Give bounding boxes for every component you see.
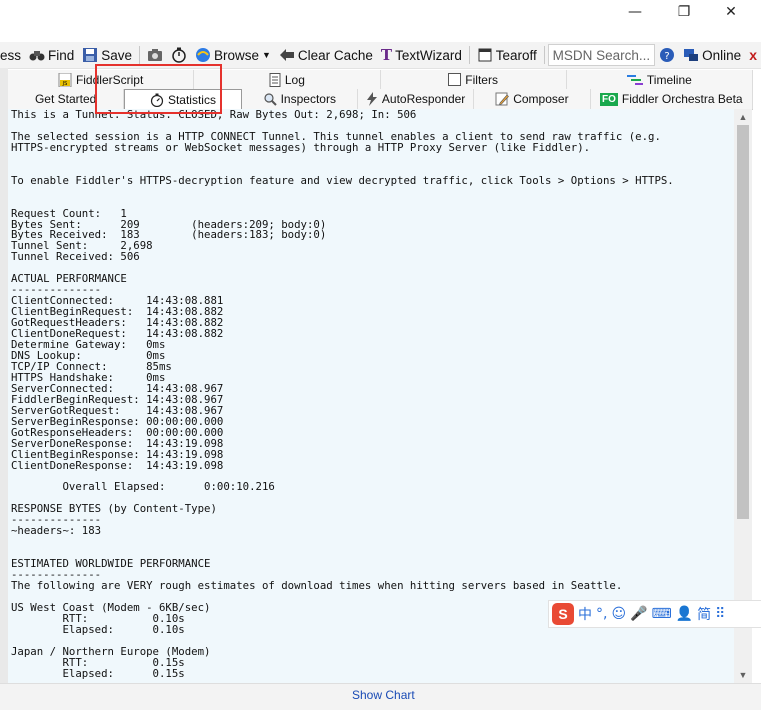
statistics-panel: This is a Tunnel. Status: CLOSED, Raw By… bbox=[8, 109, 734, 683]
msdn-search-input[interactable]: MSDN Search... bbox=[547, 44, 656, 66]
toolbar-partial-label: ess bbox=[0, 47, 22, 63]
tab-label: Composer bbox=[513, 92, 569, 106]
restore-button[interactable]: ❐ bbox=[661, 0, 707, 24]
statistics-text: This is a Tunnel. Status: CLOSED, Raw By… bbox=[11, 109, 674, 680]
emoji-icon[interactable]: ☺ bbox=[611, 606, 626, 622]
minimize-button[interactable]: — bbox=[612, 0, 658, 24]
tab-label: Statistics bbox=[167, 92, 216, 107]
browse-button[interactable]: Browse ▼ bbox=[191, 43, 275, 67]
scroll-up-icon[interactable]: ▲ bbox=[734, 109, 752, 125]
tab-label: Fiddler Orchestra Beta bbox=[621, 92, 743, 106]
window-titlebar: — ❐ ✕ bbox=[0, 0, 761, 40]
bottom-bar: Show Chart bbox=[0, 683, 761, 710]
msdn-search-placeholder: MSDN Search... bbox=[552, 47, 651, 63]
microphone-icon[interactable]: 🎤 bbox=[630, 606, 647, 622]
tab-label: Log bbox=[284, 72, 305, 87]
online-label: Online bbox=[702, 47, 742, 63]
punctuation-icon[interactable]: °, bbox=[596, 606, 607, 622]
tabs-row-bottom: Get Started Statistics Inspectors AutoRe… bbox=[8, 89, 753, 110]
sogou-logo-icon[interactable]: S bbox=[552, 603, 574, 625]
tab-label: FiddlerScript bbox=[75, 72, 144, 87]
clear-cache-icon bbox=[279, 49, 294, 61]
tab-label: Filters bbox=[465, 72, 498, 87]
clear-cache-label: Clear Cache bbox=[297, 47, 373, 63]
tab-label: Timeline bbox=[646, 72, 692, 87]
save-label: Save bbox=[101, 47, 133, 63]
ime-toolbar: S 中 °, ☺ 🎤 ⌨ 👤 简 ⠿ bbox=[548, 600, 761, 628]
clear-cache-button[interactable]: Clear Cache bbox=[275, 43, 377, 67]
tearoff-label: Tearoff bbox=[495, 47, 537, 63]
tab-composer[interactable]: Composer bbox=[474, 89, 591, 109]
tabs-row-top: JS FiddlerScript Log Filters Timeline bbox=[8, 70, 753, 89]
svg-text:JS: JS bbox=[62, 81, 68, 87]
timeline-icon bbox=[626, 74, 643, 85]
simplified-chinese-toggle[interactable]: 简 bbox=[697, 604, 711, 624]
tab-inspectors[interactable]: Inspectors bbox=[242, 89, 358, 109]
close-icon: ✕ bbox=[725, 4, 737, 20]
ime-mode-toggle[interactable]: 中 bbox=[578, 604, 592, 624]
minimize-icon: — bbox=[628, 4, 642, 20]
svg-text:?: ? bbox=[665, 51, 670, 62]
tearoff-button[interactable]: Tearoff bbox=[473, 43, 541, 67]
toolbar-partial-item[interactable]: ess bbox=[0, 43, 25, 67]
save-button[interactable]: Save bbox=[78, 43, 136, 67]
js-file-icon: JS bbox=[58, 72, 72, 87]
chevron-down-icon[interactable]: ▼ bbox=[262, 50, 271, 60]
tab-fiddler-orchestra[interactable]: FO Fiddler Orchestra Beta bbox=[591, 89, 753, 109]
scrollbar-thumb[interactable] bbox=[737, 125, 749, 519]
textwizard-label: TextWizard bbox=[395, 47, 462, 63]
stopwatch-icon bbox=[172, 47, 186, 63]
document-icon bbox=[269, 72, 281, 87]
menu-grid-icon[interactable]: ⠿ bbox=[715, 606, 725, 622]
tab-statistics[interactable]: Statistics bbox=[124, 89, 242, 109]
scroll-down-icon[interactable]: ▼ bbox=[734, 667, 752, 683]
fo-badge-icon: FO bbox=[599, 92, 618, 106]
tab-filters[interactable]: Filters bbox=[381, 70, 567, 89]
help-button[interactable]: ? bbox=[655, 43, 679, 67]
restore-icon: ❐ bbox=[677, 4, 691, 20]
network-icon bbox=[684, 49, 699, 61]
tab-fiddlerscript[interactable]: JS FiddlerScript bbox=[8, 70, 195, 89]
close-window-button[interactable]: ✕ bbox=[708, 0, 754, 24]
tab-get-started[interactable]: Get Started bbox=[8, 89, 125, 109]
tab-log[interactable]: Log bbox=[194, 70, 381, 89]
close-icon: x bbox=[749, 47, 757, 63]
toolbar-divider bbox=[543, 46, 545, 64]
find-label: Find bbox=[48, 47, 75, 63]
pencil-icon bbox=[495, 92, 510, 106]
tearoff-icon bbox=[478, 48, 492, 62]
tab-label: Inspectors bbox=[280, 92, 336, 106]
close-toolbar-button[interactable]: x bbox=[745, 43, 761, 67]
tab-label: AutoResponder bbox=[381, 92, 466, 106]
browse-label: Browse bbox=[213, 47, 259, 63]
magnifier-icon bbox=[263, 93, 277, 106]
checkbox-icon bbox=[448, 73, 462, 86]
find-button[interactable]: Find bbox=[25, 43, 78, 67]
camera-icon bbox=[147, 49, 162, 61]
vertical-scrollbar[interactable]: ▲ ▼ bbox=[734, 109, 752, 683]
online-button[interactable]: Online bbox=[679, 43, 745, 67]
keyboard-icon[interactable]: ⌨ bbox=[652, 606, 672, 622]
tab-autoresponder[interactable]: AutoResponder bbox=[358, 89, 475, 109]
binoculars-icon bbox=[29, 51, 45, 61]
toolbar-divider bbox=[139, 46, 140, 64]
toolbar-divider bbox=[468, 46, 470, 64]
timer-button[interactable] bbox=[167, 43, 191, 67]
show-chart-link[interactable]: Show Chart bbox=[352, 688, 415, 702]
tab-timeline[interactable]: Timeline bbox=[567, 70, 753, 89]
help-icon: ? bbox=[660, 48, 675, 62]
save-icon bbox=[83, 48, 98, 62]
main-toolbar: ess Find Save Browse ▼ Clear Cache T Tex… bbox=[0, 42, 761, 69]
user-icon[interactable]: 👤 bbox=[676, 606, 693, 622]
lightning-icon bbox=[366, 92, 377, 106]
left-pane-edge bbox=[0, 68, 8, 688]
textwizard-button[interactable]: T TextWizard bbox=[377, 43, 466, 67]
browser-icon bbox=[195, 48, 210, 62]
stopwatch-icon bbox=[150, 93, 164, 107]
screenshot-button[interactable] bbox=[143, 43, 167, 67]
textwizard-icon: T bbox=[380, 46, 393, 64]
tab-label: Get Started bbox=[34, 92, 97, 106]
